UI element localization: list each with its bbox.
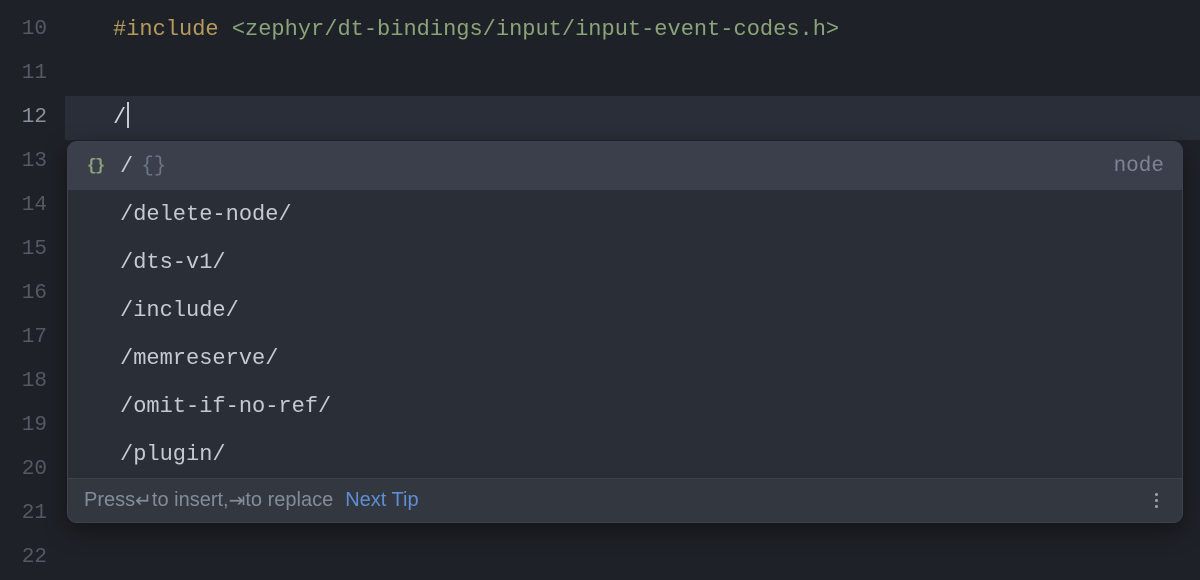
line-number[interactable]: 15 [0, 228, 65, 272]
suggest-label: /delete-node/ [120, 202, 292, 227]
line-number[interactable]: 22 [0, 536, 65, 580]
autocomplete-popup: {} / {} node /delete-node/ /dts-v1/ /inc… [67, 141, 1183, 523]
line-number[interactable]: 10 [0, 8, 65, 52]
code-line-12[interactable]: / [65, 96, 1200, 140]
hint-press-text: Press [84, 489, 135, 512]
suggest-item-root-node[interactable]: {} / {} node [68, 142, 1182, 190]
suggest-label: /dts-v1/ [120, 250, 226, 275]
line-number[interactable]: 14 [0, 184, 65, 228]
line-number[interactable]: 18 [0, 360, 65, 404]
line-number[interactable]: 12 [0, 96, 65, 140]
suggest-label: /memreserve/ [120, 346, 278, 371]
next-tip-link[interactable]: Next Tip [345, 489, 418, 512]
suggest-label: / [120, 154, 133, 179]
line-number-gutter: 10 11 12 13 14 15 16 17 18 19 20 21 22 [0, 0, 65, 580]
vertical-dots-icon [1155, 493, 1158, 508]
suggest-item-memreserve[interactable]: /memreserve/ [68, 334, 1182, 382]
code-line-11[interactable] [113, 52, 1200, 96]
line-number[interactable]: 19 [0, 404, 65, 448]
hint-insert-text: to insert, [152, 489, 229, 512]
line-number[interactable]: 11 [0, 52, 65, 96]
line-number[interactable]: 13 [0, 140, 65, 184]
include-path: <zephyr/dt-bindings/input/input-event-co… [232, 17, 839, 42]
suggest-detail: {} [141, 155, 166, 178]
hint-replace-text: to replace [245, 489, 333, 512]
code-line-10[interactable]: #include <zephyr/dt-bindings/input/input… [113, 8, 1200, 52]
suggest-label: /omit-if-no-ref/ [120, 394, 331, 419]
suggest-label: /plugin/ [120, 442, 226, 467]
line-number[interactable]: 20 [0, 448, 65, 492]
hint-bar: Press ↵ to insert, ⇥ to replace Next Tip [68, 478, 1182, 522]
suggest-label: /include/ [120, 298, 239, 323]
suggest-item-dts-v1[interactable]: /dts-v1/ [68, 238, 1182, 286]
suggest-item-omit-if-no-ref[interactable]: /omit-if-no-ref/ [68, 382, 1182, 430]
more-options-button[interactable] [1147, 489, 1166, 512]
line-number[interactable]: 17 [0, 316, 65, 360]
preprocessor-directive: #include [113, 17, 219, 42]
braces-icon: {} [84, 155, 106, 177]
suggest-item-include[interactable]: /include/ [68, 286, 1182, 334]
line-number[interactable]: 21 [0, 492, 65, 536]
text-cursor [127, 102, 129, 128]
suggest-item-plugin[interactable]: /plugin/ [68, 430, 1182, 478]
tab-key-icon: ⇥ [229, 488, 246, 513]
enter-key-icon: ↵ [135, 488, 152, 513]
typed-text: / [113, 105, 126, 130]
suggest-item-delete-node[interactable]: /delete-node/ [68, 190, 1182, 238]
suggest-kind: node [1114, 155, 1164, 178]
line-number[interactable]: 16 [0, 272, 65, 316]
